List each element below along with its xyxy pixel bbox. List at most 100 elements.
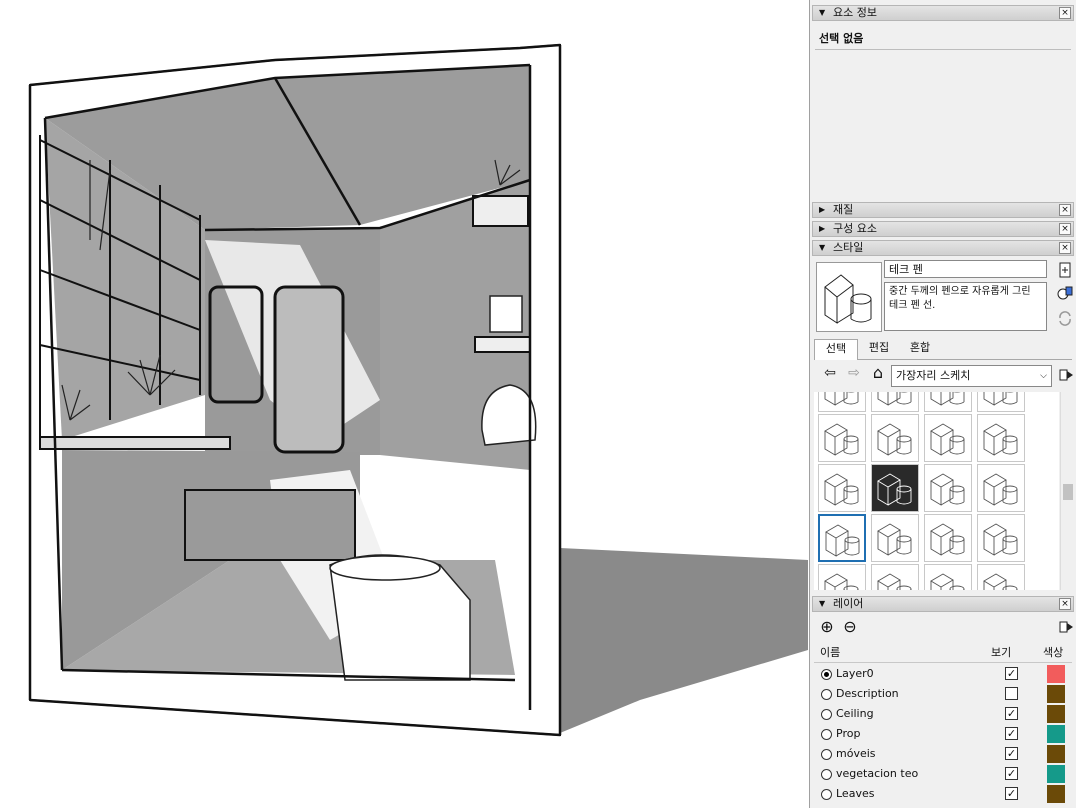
style-cube-icon xyxy=(930,392,965,406)
layer-name[interactable]: Layer0 xyxy=(836,667,874,680)
style-thumbnail[interactable] xyxy=(871,392,919,412)
style-cube-icon xyxy=(877,473,912,506)
active-layer-radio[interactable] xyxy=(821,769,832,780)
layer-row[interactable]: Description xyxy=(810,685,1076,705)
style-thumbnail[interactable] xyxy=(818,564,866,590)
sketch-bathroom-model xyxy=(28,43,808,737)
style-thumbnail[interactable] xyxy=(818,414,866,462)
style-collection-select[interactable]: 가장자리 스케치 ⌵ xyxy=(891,365,1052,387)
layer-color-swatch[interactable] xyxy=(1047,765,1065,783)
layer-row[interactable]: móveis ✓ xyxy=(810,745,1076,765)
materials-tray-header[interactable]: ▶ 재질 × xyxy=(812,202,1074,218)
layer-row[interactable]: vegetacion teo ✓ xyxy=(810,765,1076,785)
style-thumbnail[interactable] xyxy=(818,464,866,512)
ground-shadow xyxy=(560,548,808,733)
style-thumbnail[interactable] xyxy=(924,392,972,412)
style-cube-icon xyxy=(877,392,912,406)
layer-visible-checkbox[interactable]: ✓ xyxy=(1005,767,1018,780)
collapse-arrow-icon: ▶ xyxy=(819,205,826,214)
update-style-icon[interactable] xyxy=(1057,285,1073,301)
layer-name[interactable]: móveis xyxy=(836,747,876,760)
layer-row[interactable]: Ceiling ✓ xyxy=(810,705,1076,725)
layer-color-swatch[interactable] xyxy=(1047,665,1065,683)
layer-row[interactable]: Leaves ✓ xyxy=(810,785,1076,805)
column-color-header[interactable]: 색상 xyxy=(1043,644,1063,660)
tab-edit[interactable]: 편집 xyxy=(860,339,898,359)
style-description-field[interactable]: 중간 두께의 펜으로 자유롭게 그린 테크 펜 선. xyxy=(884,282,1047,331)
layer-name[interactable]: Ceiling xyxy=(836,707,874,720)
layer-row[interactable]: Prop ✓ xyxy=(810,725,1076,745)
style-thumbnail[interactable] xyxy=(871,414,919,462)
style-thumbnail[interactable] xyxy=(871,514,919,562)
layer-name[interactable]: Prop xyxy=(836,727,860,740)
create-style-icon[interactable] xyxy=(1057,262,1073,278)
styles-tray-header[interactable]: ▼ 스타일 × xyxy=(812,240,1074,256)
style-cube-icon xyxy=(930,473,965,506)
style-thumbnail[interactable] xyxy=(818,392,866,412)
active-layer-radio[interactable] xyxy=(821,689,832,700)
scrollbar-thumb[interactable] xyxy=(1063,484,1073,500)
layer-name[interactable]: vegetacion teo xyxy=(836,767,918,780)
style-thumbnail[interactable] xyxy=(924,414,972,462)
layer-color-swatch[interactable] xyxy=(1047,725,1065,743)
components-title: 구성 요소 xyxy=(833,222,877,235)
close-icon[interactable]: × xyxy=(1059,204,1071,216)
back-icon[interactable]: ⇦ xyxy=(821,364,839,382)
expand-arrow-icon: ▼ xyxy=(819,8,826,17)
entity-info-tray-header[interactable]: ▼ 요소 정보 × xyxy=(812,5,1074,21)
modeling-viewport[interactable] xyxy=(0,0,808,808)
layer-visible-checkbox[interactable]: ✓ xyxy=(1005,747,1018,760)
layer-name[interactable]: Description xyxy=(836,687,899,700)
style-grid-scrollbar[interactable] xyxy=(1060,392,1074,590)
active-layer-radio[interactable] xyxy=(821,669,832,680)
style-thumbnail[interactable] xyxy=(977,564,1025,590)
style-thumbnail[interactable] xyxy=(977,414,1025,462)
style-thumbnail[interactable] xyxy=(977,392,1025,412)
style-name-field[interactable]: 테크 펜 xyxy=(884,260,1047,278)
add-layer-icon[interactable]: ⊕ xyxy=(818,618,836,636)
components-tray-header[interactable]: ▶ 구성 요소 × xyxy=(812,221,1074,237)
details-arrow-icon[interactable] xyxy=(1058,367,1074,383)
details-arrow-icon[interactable] xyxy=(1058,619,1074,635)
layer-color-swatch[interactable] xyxy=(1047,705,1065,723)
layer-visible-checkbox[interactable]: ✓ xyxy=(1005,787,1018,800)
style-preview-thumbnail xyxy=(816,262,882,332)
refresh-icon[interactable] xyxy=(1057,310,1073,326)
style-cube-icon xyxy=(930,523,965,556)
column-visible-header[interactable]: 보기 xyxy=(991,644,1011,660)
home-icon[interactable]: ⌂ xyxy=(869,364,887,382)
active-layer-radio[interactable] xyxy=(821,749,832,760)
style-thumbnail[interactable] xyxy=(977,464,1025,512)
layer-name[interactable]: Leaves xyxy=(836,787,874,800)
style-thumbnail[interactable] xyxy=(871,564,919,590)
layers-tray-header[interactable]: ▼ 레이어 × xyxy=(812,596,1074,612)
close-icon[interactable]: × xyxy=(1059,242,1071,254)
tab-select[interactable]: 선택 xyxy=(814,339,858,360)
layer-visible-checkbox[interactable]: ✓ xyxy=(1005,667,1018,680)
remove-layer-icon[interactable]: ⊖ xyxy=(841,618,859,636)
style-thumbnail[interactable] xyxy=(871,464,919,512)
layer-color-swatch[interactable] xyxy=(1047,685,1065,703)
style-thumbnail[interactable] xyxy=(977,514,1025,562)
layer-row[interactable]: Layer0 ✓ xyxy=(810,665,1076,685)
close-icon[interactable]: × xyxy=(1059,598,1071,610)
active-layer-radio[interactable] xyxy=(821,729,832,740)
style-cube-icon xyxy=(825,524,860,557)
style-thumbnail[interactable] xyxy=(924,564,972,590)
layer-visible-checkbox[interactable] xyxy=(1005,687,1018,700)
tab-mix[interactable]: 혼합 xyxy=(900,339,940,359)
close-icon[interactable]: × xyxy=(1059,223,1071,235)
close-icon[interactable]: × xyxy=(1059,7,1071,19)
layer-color-swatch[interactable] xyxy=(1047,785,1065,803)
layer-visible-checkbox[interactable]: ✓ xyxy=(1005,727,1018,740)
style-thumbnail[interactable] xyxy=(924,464,972,512)
style-thumbnail-selected[interactable] xyxy=(818,514,866,562)
forward-icon[interactable]: ⇨ xyxy=(845,364,863,382)
layer-visible-checkbox[interactable]: ✓ xyxy=(1005,707,1018,720)
active-layer-radio[interactable] xyxy=(821,709,832,720)
style-thumbnail[interactable] xyxy=(924,514,972,562)
style-cube-icon xyxy=(983,573,1018,590)
layer-color-swatch[interactable] xyxy=(1047,745,1065,763)
column-name-header[interactable]: 이름 xyxy=(820,644,840,660)
active-layer-radio[interactable] xyxy=(821,789,832,800)
